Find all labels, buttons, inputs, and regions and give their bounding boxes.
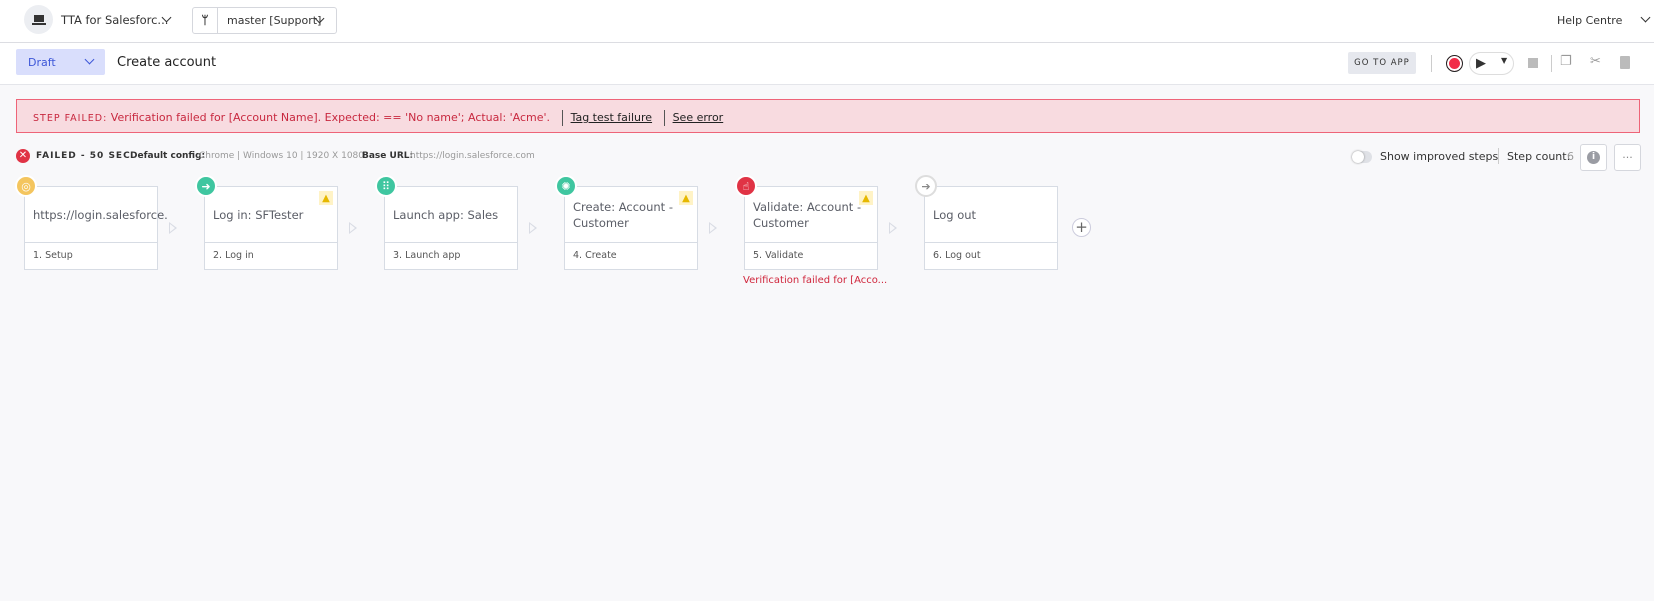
scissors-icon[interactable]: ✂: [1590, 54, 1601, 69]
login-icon: ➜: [195, 175, 217, 197]
record-button[interactable]: [1446, 55, 1463, 72]
banner-label: STEP FAILED:: [33, 113, 108, 124]
arrow-icon: [709, 222, 717, 234]
step-title: Launch app: Sales: [385, 187, 517, 243]
divider: [1498, 148, 1499, 164]
branch-name: master [Support]: [227, 14, 322, 27]
error-banner: STEP FAILED: Verification failed for [Ac…: [16, 99, 1640, 133]
divider: [1431, 55, 1432, 72]
app-grid-icon: ⠿: [375, 175, 397, 197]
create-icon: ✺: [555, 175, 577, 197]
arrow-icon: [169, 222, 177, 234]
more-button[interactable]: ···: [1614, 144, 1641, 171]
step-card[interactable]: Log in: SFTester 2. Log in ▲: [204, 186, 338, 270]
project-name[interactable]: TTA for Salesforc...: [61, 13, 168, 27]
step-title: Create: Account - Customer: [565, 187, 697, 243]
warning-icon: ▲: [859, 191, 873, 205]
arrow-icon: [349, 222, 357, 234]
step-footer: 4. Create: [573, 250, 617, 261]
validate-icon: ☝: [735, 175, 757, 197]
step-card[interactable]: Create: Account - Customer 4. Create ▲: [564, 186, 698, 270]
step-footer: 5. Validate: [753, 250, 804, 261]
test-title: Create account: [117, 55, 217, 70]
step-title: Validate: Account - Customer: [745, 187, 877, 243]
toggle-label: Show improved steps: [1380, 150, 1499, 163]
top-bar: TTA for Salesforc... ᛘ master [Support] …: [0, 0, 1654, 43]
stop-icon[interactable]: [1528, 58, 1538, 68]
logout-icon: ➔: [915, 175, 937, 197]
tag-failure-link[interactable]: Tag test failure: [571, 111, 653, 124]
improved-steps-toggle[interactable]: [1352, 151, 1372, 163]
warning-icon: ▲: [679, 191, 693, 205]
help-centre-link[interactable]: Help Centre: [1557, 14, 1622, 27]
step-card[interactable]: Log out 6. Log out: [924, 186, 1058, 270]
step-card[interactable]: Validate: Account - Customer 5. Validate…: [744, 186, 878, 270]
branch-selector[interactable]: ᛘ master [Support]: [192, 7, 337, 34]
status-dropdown[interactable]: Draft: [16, 49, 105, 75]
play-debug-icon: ▶: [1476, 56, 1486, 71]
see-error-link[interactable]: See error: [673, 111, 724, 124]
step-card[interactable]: Launch app: Sales 3. Launch app: [384, 186, 518, 270]
branch-icon: ᛘ: [193, 8, 218, 33]
chevron-down-icon[interactable]: [1640, 12, 1651, 23]
info-button[interactable]: i: [1580, 144, 1607, 171]
step-count-label: Step count:: [1507, 150, 1571, 163]
info-icon: i: [1587, 151, 1600, 164]
chrome-icon: ◎: [15, 175, 37, 197]
arrow-icon: [529, 222, 537, 234]
warning-icon: ▲: [319, 191, 333, 205]
laptop-icon[interactable]: [24, 5, 53, 34]
copy-icon[interactable]: ❐: [1560, 54, 1572, 69]
arrow-icon: [889, 222, 897, 234]
base-url-value: https://login.salesforce.com: [410, 151, 535, 161]
run-debug-button[interactable]: ▶ ▼: [1469, 52, 1514, 75]
status-label: Draft: [28, 56, 56, 69]
step-footer: 1. Setup: [33, 250, 73, 261]
caret-down-icon[interactable]: ▼: [1501, 56, 1507, 65]
step-footer: 3. Launch app: [393, 250, 461, 261]
add-step-button[interactable]: +: [1072, 218, 1091, 237]
base-url-label: Base URL:: [362, 151, 414, 161]
run-result: FAILED - 50 SEC: [36, 151, 131, 161]
go-to-app-button[interactable]: GO TO APP: [1348, 52, 1416, 74]
step-footer: 6. Log out: [933, 250, 981, 261]
test-toolbar: Draft Create account GO TO APP ▶ ▼ ❐ ✂: [0, 43, 1654, 85]
step-title: Log out: [925, 187, 1057, 243]
step-card[interactable]: https://login.salesforce. 1. Setup: [24, 186, 168, 270]
step-error[interactable]: Verification failed for [Acco...: [743, 275, 887, 286]
failed-icon: ✕: [16, 149, 30, 163]
chevron-down-icon: [84, 54, 95, 65]
step-title: https://login.salesforce.: [25, 187, 168, 243]
banner-message: Verification failed for [Account Name]. …: [110, 111, 551, 124]
config-value: Chrome | Windows 10 | 1920 X 1080: [199, 151, 364, 161]
config-label: Default config:: [130, 151, 206, 161]
step-title: Log in: SFTester: [205, 187, 337, 243]
clipboard-icon[interactable]: [1620, 56, 1630, 69]
step-count: 6: [1567, 150, 1574, 163]
divider: [1551, 55, 1552, 72]
step-footer: 2. Log in: [213, 250, 254, 261]
